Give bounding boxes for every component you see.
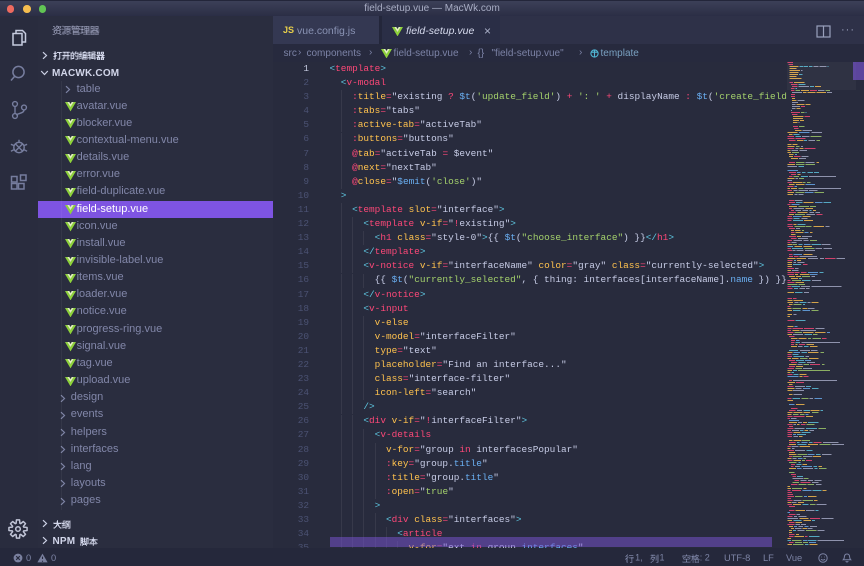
svg-text:: 2: : 2 <box>700 552 710 562</box>
svg-text:1: 1 <box>659 552 664 562</box>
svg-text:1,: 1, <box>635 552 643 562</box>
